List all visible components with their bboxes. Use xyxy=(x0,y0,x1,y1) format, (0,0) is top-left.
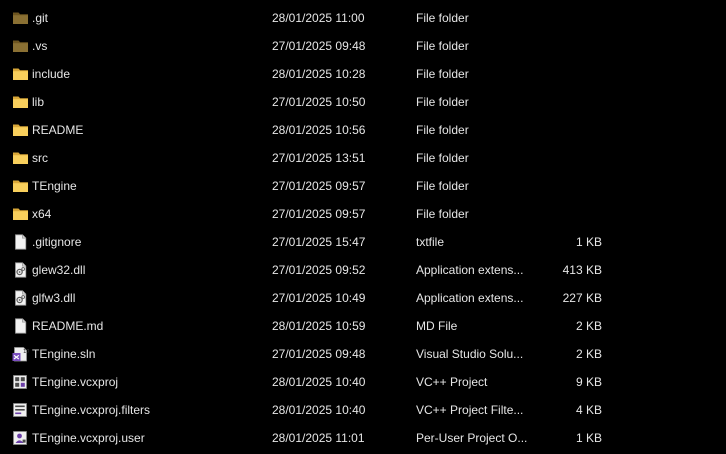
file-row-x64[interactable]: x64 27/01/2025 09:57 File folder xyxy=(0,200,726,228)
vcxproj-file-icon xyxy=(12,374,29,390)
file-type: File folder xyxy=(416,11,469,25)
file-size: 227 KB xyxy=(562,291,602,305)
file-row-tengine-vcxproj-filters[interactable]: TEngine.vcxproj.filters 28/01/2025 10:40 V… xyxy=(0,396,726,424)
file-type: Visual Studio Solu... xyxy=(416,347,524,361)
file-name: include xyxy=(32,67,71,81)
file-size: 2 KB xyxy=(575,319,602,333)
file-date-modified: 28/01/2025 11:01 xyxy=(272,431,365,445)
folder-icon xyxy=(12,122,29,138)
file-name: README xyxy=(32,123,84,137)
file-row-readme[interactable]: README 28/01/2025 10:56 File folder xyxy=(0,116,726,144)
file-type: Application extens... xyxy=(416,291,524,305)
file-date-modified: 28/01/2025 11:00 xyxy=(272,11,365,25)
file-type: File folder xyxy=(416,179,469,193)
solution-file-icon: 17 xyxy=(12,346,29,362)
file-type: txtfile xyxy=(416,235,445,249)
file-name: TEngine.vcxproj xyxy=(32,375,119,389)
folder-icon xyxy=(12,178,29,194)
file-name: .vs xyxy=(32,39,48,53)
file-row-glfw3-dll[interactable]: glfw3.dll 27/01/2025 10:49 Application ext… xyxy=(0,284,726,312)
file-row-git[interactable]: .git 28/01/2025 11:00 File folder xyxy=(0,4,726,32)
file-name: glfw3.dll xyxy=(32,291,76,305)
file-row-tengine[interactable]: TEngine 27/01/2025 09:57 File folder xyxy=(0,172,726,200)
file-row-tengine-sln[interactable]: 17 TEngine.sln 27/01/2025 09:48 Visual Stud… xyxy=(0,340,726,368)
folder-hidden-icon xyxy=(12,38,29,54)
file-type: File folder xyxy=(416,151,469,165)
file-size: 413 KB xyxy=(562,263,602,277)
file-name: .gitignore xyxy=(32,235,82,249)
dll-file-icon xyxy=(12,262,29,278)
file-name: glew32.dll xyxy=(32,263,86,277)
file-size: 9 KB xyxy=(575,375,602,389)
file-row-lib[interactable]: lib 27/01/2025 10:50 File folder xyxy=(0,88,726,116)
file-date-modified: 27/01/2025 09:57 xyxy=(272,179,366,193)
text-file-icon xyxy=(12,318,29,334)
file-date-modified: 27/01/2025 10:49 xyxy=(272,291,366,305)
file-date-modified: 28/01/2025 10:56 xyxy=(272,123,366,137)
file-name: TEngine xyxy=(32,179,77,193)
file-size: 1 KB xyxy=(575,235,602,249)
file-type: Application extens... xyxy=(416,263,524,277)
file-row-vs[interactable]: .vs 27/01/2025 09:48 File folder xyxy=(0,32,726,60)
file-date-modified: 27/01/2025 13:51 xyxy=(272,151,366,165)
file-list: .git 28/01/2025 11:00 File folder .vs 27/01/… xyxy=(0,4,726,452)
file-name: README.md xyxy=(32,319,104,333)
folder-icon xyxy=(12,94,29,110)
file-type: Per-User Project O... xyxy=(416,431,528,445)
file-name: lib xyxy=(32,95,45,109)
file-row-readme-md[interactable]: README.md 28/01/2025 10:59 MD File 2 KB xyxy=(0,312,726,340)
file-date-modified: 27/01/2025 09:52 xyxy=(272,263,366,277)
file-date-modified: 27/01/2025 10:50 xyxy=(272,95,366,109)
file-type: MD File xyxy=(416,319,458,333)
file-date-modified: 28/01/2025 10:40 xyxy=(272,403,366,417)
dll-file-icon xyxy=(12,290,29,306)
vcxproj-user-file-icon xyxy=(12,430,29,446)
folder-icon xyxy=(12,206,29,222)
file-type: File folder xyxy=(416,207,469,221)
file-row-glew32-dll[interactable]: glew32.dll 27/01/2025 09:52 Application ex… xyxy=(0,256,726,284)
file-type: File folder xyxy=(416,123,469,137)
svg-text:17: 17 xyxy=(23,349,29,355)
file-name: .git xyxy=(32,11,49,25)
file-date-modified: 28/01/2025 10:28 xyxy=(272,67,366,81)
file-type: File folder xyxy=(416,67,469,81)
folder-icon xyxy=(12,66,29,82)
file-type: VC++ Project Filte... xyxy=(416,403,524,417)
file-row-tengine-vcxproj[interactable]: TEngine.vcxproj 28/01/2025 10:40 VC++ Proj… xyxy=(0,368,726,396)
file-date-modified: 28/01/2025 10:59 xyxy=(272,319,366,333)
file-row-src[interactable]: src 27/01/2025 13:51 File folder xyxy=(0,144,726,172)
file-size: 4 KB xyxy=(575,403,602,417)
file-row-gitignore[interactable]: .gitignore 27/01/2025 15:47 txtfile 1 KB xyxy=(0,228,726,256)
file-date-modified: 27/01/2025 09:48 xyxy=(272,347,366,361)
file-row-include[interactable]: include 28/01/2025 10:28 File folder xyxy=(0,60,726,88)
file-date-modified: 27/01/2025 09:57 xyxy=(272,207,366,221)
vcxproj-filters-file-icon xyxy=(12,402,29,418)
file-type: File folder xyxy=(416,95,469,109)
file-size: 1 KB xyxy=(575,431,602,445)
file-name: TEngine.vcxproj.filters xyxy=(32,403,151,417)
file-name: x64 xyxy=(32,207,52,221)
file-name: src xyxy=(32,151,48,165)
file-date-modified: 27/01/2025 09:48 xyxy=(272,39,366,53)
file-type: File folder xyxy=(416,39,469,53)
file-size: 2 KB xyxy=(575,347,602,361)
file-date-modified: 28/01/2025 10:40 xyxy=(272,375,366,389)
file-date-modified: 27/01/2025 15:47 xyxy=(272,235,366,249)
file-name: TEngine.sln xyxy=(32,347,96,361)
file-row-tengine-vcxproj-user[interactable]: TEngine.vcxproj.user 28/01/2025 11:01 Per-… xyxy=(0,424,726,452)
file-type: VC++ Project xyxy=(416,375,488,389)
text-file-icon xyxy=(12,234,29,250)
folder-icon xyxy=(12,150,29,166)
folder-hidden-icon xyxy=(12,10,29,26)
file-name: TEngine.vcxproj.user xyxy=(32,431,145,445)
